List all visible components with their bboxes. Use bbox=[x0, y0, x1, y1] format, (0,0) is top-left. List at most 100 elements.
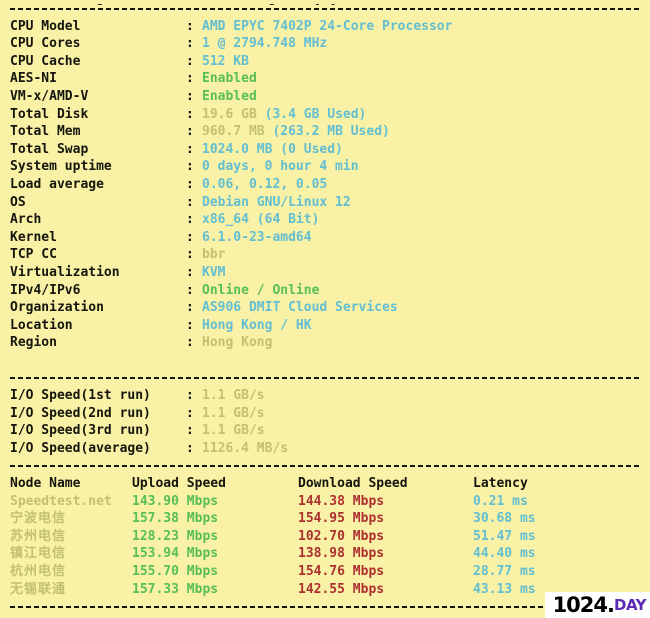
io-row: I/O Speed(3rd run):1.1 GB/s bbox=[0, 422, 650, 440]
speedtest-download-speed: 154.76 Mbps bbox=[298, 564, 385, 579]
speedtest-upload-speed: 143.90 Mbps bbox=[132, 493, 219, 509]
speedtest-upload-speed: 155.70 Mbps bbox=[132, 564, 219, 579]
io-label: I/O Speed(1st run) bbox=[10, 388, 151, 404]
speedtest-row: Speedtest.net 143.90 Mbps 144.38 Mbps 0.21 … bbox=[0, 493, 650, 511]
speedtest-header-row: Node Name Upload Speed Download Speed Laten… bbox=[0, 475, 650, 493]
info-label: IPv4/IPv6 bbox=[10, 282, 81, 298]
info-row: Arch: x86_64 (64 Bit) bbox=[0, 211, 650, 229]
header-upload: Upload Speed bbox=[132, 476, 226, 492]
info-value-secondary: (3.4 GB Used) bbox=[264, 106, 367, 122]
info-value: Enabled bbox=[202, 71, 257, 87]
info-colon: : bbox=[186, 212, 194, 228]
watermark-number: 1024 bbox=[552, 592, 608, 617]
info-label: Location bbox=[10, 317, 73, 333]
info-row: Virtualization: KVM bbox=[0, 264, 650, 282]
info-row: System uptime:0 days, 0 hour 4 min bbox=[0, 158, 650, 176]
speedtest-upload-speed: 153.94 Mbps bbox=[132, 546, 219, 562]
io-value: 1.1 GB/s bbox=[202, 388, 265, 404]
speedtest-download-speed: 144.38 Mbps bbox=[298, 493, 385, 509]
info-colon: : bbox=[186, 53, 194, 69]
info-value: AS906 DMIT Cloud Services bbox=[202, 300, 398, 316]
info-label: Total Mem bbox=[10, 124, 81, 140]
info-label: VM-x/AMD-V bbox=[10, 88, 89, 104]
info-label: Region bbox=[10, 335, 57, 351]
watermark-dot: . bbox=[607, 592, 615, 617]
info-label: System uptime bbox=[10, 159, 112, 175]
info-colon: : bbox=[186, 106, 194, 122]
info-row: OS: Debian GNU/Linux 12 bbox=[0, 194, 650, 212]
info-label: OS bbox=[10, 194, 26, 210]
info-row: CPU Model: AMD EPYC 7402P 24-Core Process… bbox=[0, 18, 650, 36]
header-latency: Latency bbox=[473, 476, 528, 492]
info-value-secondary: (263.2 MB Used) bbox=[272, 124, 390, 140]
info-label: CPU Cores bbox=[10, 36, 81, 52]
info-row: Load average:0.06, 0.12, 0.05 bbox=[0, 176, 650, 194]
info-colon: : bbox=[186, 229, 194, 245]
info-value: Debian GNU/Linux 12 bbox=[202, 194, 351, 210]
io-colon: : bbox=[186, 440, 194, 456]
info-label: Total Disk bbox=[10, 106, 89, 122]
info-value-primary: 19.6 GB bbox=[202, 106, 265, 122]
info-colon: : bbox=[186, 71, 194, 87]
header-download: Download Speed bbox=[298, 476, 408, 492]
info-value: x86_64 (64 Bit) bbox=[202, 212, 320, 228]
speedtest-node-name: 杭州电信 bbox=[10, 564, 67, 579]
speedtest-download-speed: 102.70 Mbps bbox=[298, 528, 385, 544]
system-info-block: CPU Model: AMD EPYC 7402P 24-Core Process… bbox=[0, 18, 650, 352]
speedtest-download-speed: 138.98 Mbps bbox=[298, 546, 385, 562]
speedtest-latency: 30.68 ms bbox=[473, 511, 536, 527]
info-colon: : bbox=[186, 124, 194, 140]
info-label: TCP CC bbox=[10, 247, 57, 263]
info-value: 960.7 MB (263.2 MB Used) bbox=[202, 124, 390, 139]
info-label: Virtualization bbox=[10, 264, 120, 280]
info-label: Load average bbox=[10, 176, 104, 192]
speedtest-node-name: 宁波电信 bbox=[10, 511, 67, 527]
speedtest-node-name: 镇江电信 bbox=[10, 546, 67, 562]
info-value: Online / Online bbox=[202, 282, 320, 298]
info-row: TCP CC: bbr bbox=[0, 246, 650, 264]
info-value: AMD EPYC 7402P 24-Core Processor bbox=[202, 18, 453, 34]
info-row: Location: Hong Kong / HK bbox=[0, 317, 650, 335]
separator-io bbox=[0, 369, 650, 387]
info-value: KVM bbox=[202, 264, 226, 280]
io-row: I/O Speed(2nd run):1.1 GB/s bbox=[0, 405, 650, 423]
speedtest-row: 杭州电信 155.70 Mbps 154.76 Mbps 28.77 ms bbox=[0, 563, 650, 581]
info-label: CPU Model bbox=[10, 18, 81, 34]
info-label: AES-NI bbox=[10, 71, 57, 87]
info-label: Total Swap bbox=[10, 141, 89, 157]
info-row: Kernel:6.1.0-23-amd64 bbox=[0, 229, 650, 247]
speedtest-latency: 43.13 ms bbox=[473, 581, 536, 597]
info-colon: : bbox=[186, 176, 194, 192]
io-value: 1.1 GB/s bbox=[202, 423, 265, 439]
info-value-primary: 960.7 MB bbox=[202, 124, 273, 140]
speedtest-block: Node Name Upload Speed Download Speed Laten… bbox=[0, 475, 650, 598]
info-row: IPv4/IPv6: Online / Online bbox=[0, 282, 650, 300]
speedtest-upload-speed: 157.38 Mbps bbox=[132, 511, 219, 527]
info-value: 6.1.0-23-amd64 bbox=[202, 229, 312, 245]
io-colon: : bbox=[186, 405, 194, 421]
info-colon: : bbox=[186, 335, 194, 351]
io-label: I/O Speed(3rd run) bbox=[10, 423, 151, 439]
info-colon: : bbox=[186, 194, 194, 210]
watermark-1024day[interactable]: 1024. DAY bbox=[544, 592, 650, 618]
io-row: I/O Speed(average):1126.4 MB/s bbox=[0, 440, 650, 458]
io-row: I/O Speed(1st run):1.1 GB/s bbox=[0, 387, 650, 405]
watermark-suffix: DAY bbox=[614, 595, 647, 614]
speedtest-upload-speed: 128.23 Mbps bbox=[132, 528, 219, 544]
io-label: I/O Speed(average) bbox=[10, 440, 151, 456]
speedtest-latency: 51.47 ms bbox=[473, 528, 536, 544]
speedtest-row: 宁波电信 157.38 Mbps 154.95 Mbps 30.68 ms bbox=[0, 510, 650, 528]
info-value: 1 @ 2794.748 MHz bbox=[202, 36, 328, 52]
info-row: VM-x/AMD-V: Enabled bbox=[0, 88, 650, 106]
speedtest-latency: 0.21 ms bbox=[473, 493, 528, 509]
info-value: Hong Kong bbox=[202, 335, 273, 351]
info-row: Organization: AS906 DMIT Cloud Services bbox=[0, 299, 650, 317]
speedtest-latency: 44.40 ms bbox=[473, 546, 536, 562]
info-value: 1024.0 MB (0 Used) bbox=[202, 141, 343, 157]
speedtest-node-name: 苏州电信 bbox=[10, 528, 67, 544]
info-label: Arch bbox=[10, 212, 42, 228]
info-colon: : bbox=[186, 36, 194, 52]
info-colon: : bbox=[186, 18, 194, 34]
info-value: Enabled bbox=[202, 88, 257, 104]
